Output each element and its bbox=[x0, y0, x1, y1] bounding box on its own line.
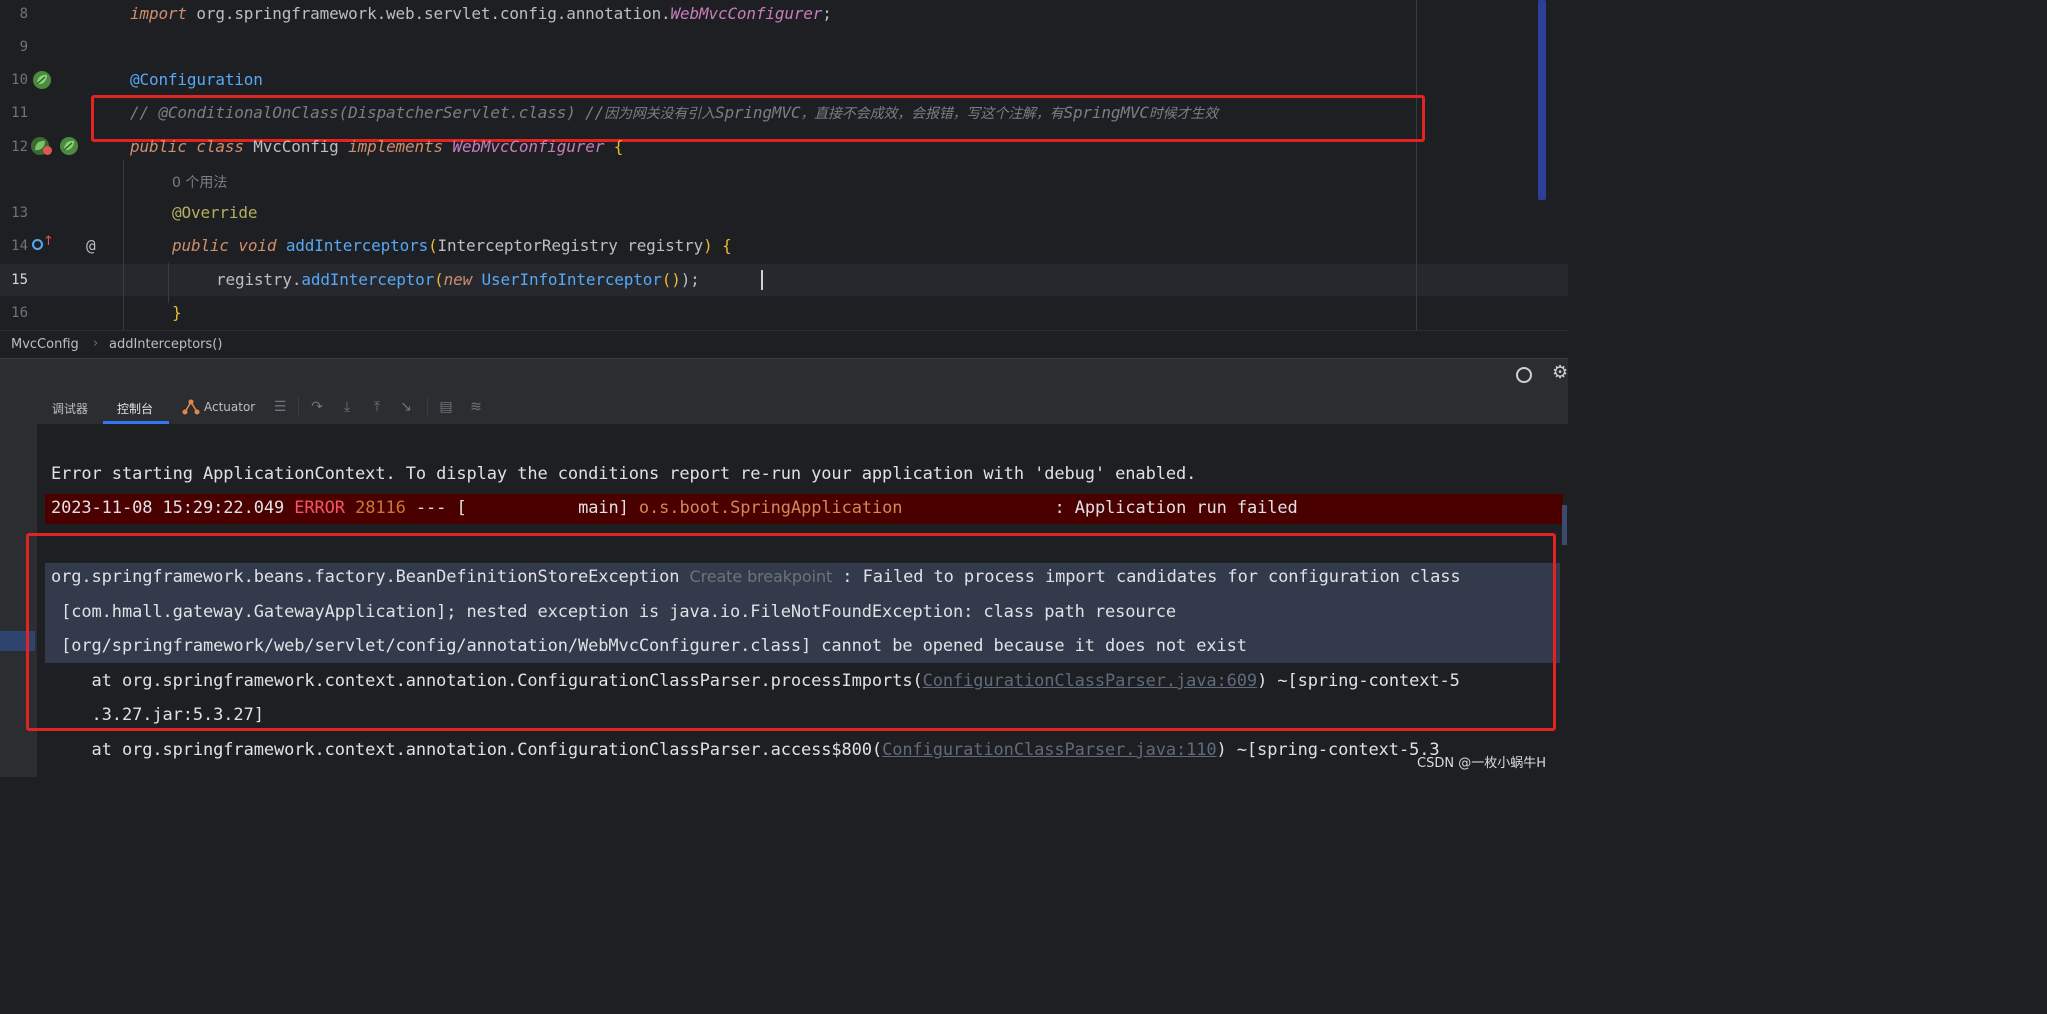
new-keyword: new bbox=[443, 270, 473, 289]
breadcrumb: MvcConfig › addInterceptors() bbox=[0, 330, 1568, 359]
method-name: addInterceptors bbox=[285, 236, 429, 255]
code-line-8[interactable]: import org.springframework.web.servlet.c… bbox=[130, 4, 832, 23]
line-number: 8 bbox=[19, 6, 28, 22]
indent-guide bbox=[168, 263, 169, 303]
menu-lines-icon[interactable]: ☰ bbox=[272, 399, 288, 415]
close-brace: } bbox=[172, 303, 182, 322]
log-level: ERROR bbox=[294, 498, 345, 518]
receiver: registry. bbox=[216, 270, 302, 289]
right-margin-guide bbox=[1416, 0, 1417, 330]
line-number: 10 bbox=[11, 72, 28, 88]
source-link[interactable]: ConfigurationClassParser.java:110 bbox=[882, 740, 1217, 760]
line-number: 15 bbox=[11, 272, 28, 288]
breadcrumb-separator: › bbox=[93, 336, 99, 351]
breadcrumb-method[interactable]: addInterceptors() bbox=[109, 337, 222, 352]
open-brace: { bbox=[722, 236, 732, 255]
paren: ) bbox=[703, 236, 713, 255]
public-keyword: public bbox=[130, 137, 187, 156]
override-marker-icon[interactable] bbox=[32, 239, 43, 250]
line-number: 16 bbox=[11, 305, 28, 321]
target-icon[interactable] bbox=[1516, 367, 1532, 383]
code-line-14[interactable]: public void addInterceptors(InterceptorR… bbox=[172, 236, 732, 255]
public-keyword: public bbox=[172, 236, 229, 255]
log-separator: --- [ bbox=[415, 498, 467, 518]
up-arrow-icon: ↑ bbox=[43, 234, 54, 249]
implemented-marker-icon[interactable] bbox=[43, 146, 52, 155]
code-line-16[interactable]: } bbox=[172, 303, 182, 322]
line-number: 9 bbox=[19, 39, 28, 55]
line-number: 13 bbox=[11, 205, 28, 221]
paren: ( bbox=[434, 270, 444, 289]
step-over-icon[interactable]: ↷ bbox=[309, 399, 325, 415]
param-name: registry bbox=[617, 236, 704, 255]
stack-frame: at org.springframework.context.annotatio… bbox=[51, 740, 1440, 760]
code-line-15[interactable]: registry.addInterceptor(new UserInfoInte… bbox=[216, 270, 700, 289]
import-keyword: import bbox=[130, 4, 187, 23]
override-annotation: @Override bbox=[172, 203, 258, 222]
watermark: CSDN @一枚小蜗牛H bbox=[1417, 756, 1546, 771]
console-line-error-start: Error starting ApplicationContext. To di… bbox=[51, 464, 1197, 484]
step-into-icon[interactable]: ⤓ bbox=[339, 399, 355, 415]
paren: ( bbox=[428, 236, 438, 255]
error-log-line: 2023-11-08 15:29:22.049 ERROR 28116 --- … bbox=[51, 498, 1298, 518]
evaluate-icon[interactable]: ▤ bbox=[438, 399, 454, 415]
at-marker-icon[interactable]: @ bbox=[86, 236, 96, 255]
tab-debugger[interactable]: 调试器 bbox=[52, 400, 88, 417]
tab-console[interactable]: 控制台 bbox=[117, 400, 153, 417]
log-logger: o.s.boot.SpringApplication bbox=[638, 498, 903, 518]
trace-icon[interactable]: ≋ bbox=[468, 399, 484, 415]
class-name: MvcConfig bbox=[253, 137, 339, 156]
line-number: 12 bbox=[11, 139, 28, 155]
void-keyword: void bbox=[238, 236, 277, 255]
args: () bbox=[661, 270, 681, 289]
param-type: InterceptorRegistry bbox=[437, 236, 618, 255]
configuration-annotation: @Configuration bbox=[130, 70, 263, 89]
implements-keyword: implements bbox=[348, 137, 443, 156]
call-name: addInterceptor bbox=[301, 270, 435, 289]
semicolon: ; bbox=[822, 4, 832, 23]
toolbar-divider bbox=[427, 397, 428, 417]
import-package: org.springframework.web.servlet.config.a… bbox=[196, 4, 671, 23]
log-pid: 28116 bbox=[355, 498, 406, 518]
toolbar-divider bbox=[298, 397, 299, 417]
open-brace: { bbox=[613, 137, 624, 156]
log-thread: main] bbox=[466, 498, 629, 518]
import-class: WebMvcConfigurer bbox=[670, 4, 823, 23]
spring-config-icon[interactable] bbox=[60, 137, 78, 155]
log-message: : Application run failed bbox=[902, 498, 1298, 518]
spring-bean-icon[interactable] bbox=[33, 71, 51, 89]
log-timestamp: 2023-11-08 15:29:22.049 bbox=[51, 498, 285, 518]
usages-hint[interactable]: 0 个用法 bbox=[172, 172, 227, 192]
code-line-12[interactable]: public class MvcConfig implements WebMvc… bbox=[130, 137, 623, 156]
console-scrollbar[interactable] bbox=[1562, 505, 1567, 545]
interface-name: WebMvcConfigurer bbox=[452, 137, 605, 156]
highlight-box-comment bbox=[91, 95, 1425, 142]
highlight-box-exception bbox=[26, 533, 1556, 731]
class-keyword: class bbox=[196, 137, 244, 156]
editor-scrollbar[interactable] bbox=[1538, 0, 1546, 200]
indent-guide bbox=[123, 160, 124, 330]
code-line-13[interactable]: @Override bbox=[172, 203, 258, 222]
frame-prefix: at org.springframework.context.annotatio… bbox=[51, 740, 883, 760]
text-caret bbox=[761, 270, 763, 290]
line-number: 14 bbox=[11, 238, 28, 254]
statement-end: ); bbox=[680, 270, 700, 289]
frame-suffix: ) ~[spring-context-5.3 bbox=[1216, 740, 1440, 760]
run-to-cursor-icon[interactable]: ↘ bbox=[398, 399, 414, 415]
breadcrumb-class[interactable]: MvcConfig bbox=[11, 337, 79, 352]
code-line-10[interactable]: @Configuration bbox=[130, 70, 263, 89]
gear-icon[interactable]: ⚙ bbox=[1552, 362, 1568, 383]
step-out-icon[interactable]: ⤒ bbox=[369, 399, 385, 415]
actuator-icon bbox=[182, 399, 200, 419]
code-editor[interactable]: 8 import org.springframework.web.servlet… bbox=[0, 0, 1568, 330]
tab-actuator[interactable]: Actuator bbox=[204, 400, 255, 414]
ctor-name: UserInfoInterceptor bbox=[481, 270, 662, 289]
line-number: 11 bbox=[11, 105, 28, 121]
run-tool-window-header: ⚙ 调试器 控制台 Actuator ☰ ↷ ⤓ ⤒ ↘ ▤ ≋ bbox=[0, 358, 1568, 425]
